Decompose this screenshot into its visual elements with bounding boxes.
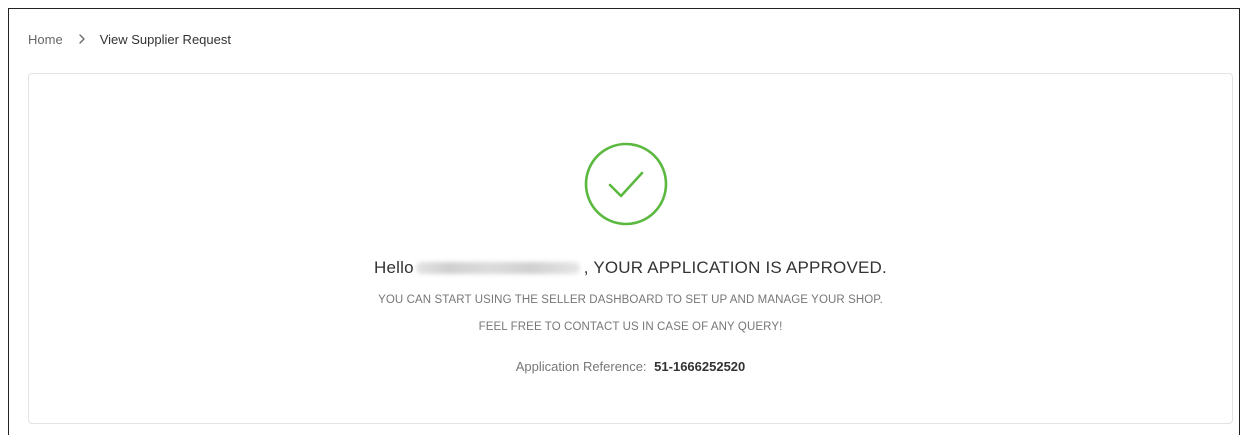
check-circle-icon [584,142,668,226]
reference-label: Application Reference: [515,359,647,374]
instruction-line-1: YOU CAN START USING THE SELLER DASHBOARD… [378,294,883,306]
approval-card: Hello , YOUR APPLICATION IS APPROVED. YOU… [28,73,1233,424]
breadcrumb-current: View Supplier Request [99,31,231,47]
application-reference: Application Reference: 51-1666252520 [29,359,1232,374]
reference-value: 51-1666252520 [654,359,746,374]
breadcrumb-home-link[interactable]: Home [28,32,63,47]
approval-headline: Hello , YOUR APPLICATION IS APPROVED. [29,258,1232,278]
greeting-text: Hello [374,258,414,277]
page-frame: Home View Supplier Request Hello , YOUR A… [8,8,1240,435]
instruction-line-2: FEEL FREE TO CONTACT US IN CASE OF ANY Q… [478,321,783,333]
redacted-name [415,261,580,274]
breadcrumb: Home View Supplier Request [28,30,231,48]
chevron-right-icon [79,34,85,44]
approval-status-text: , YOUR APPLICATION IS APPROVED. [583,258,887,277]
